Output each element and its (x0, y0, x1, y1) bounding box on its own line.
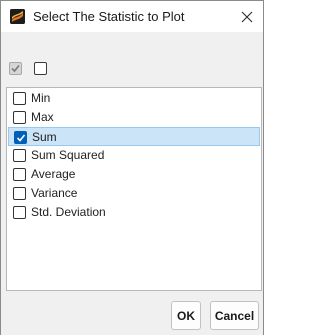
item-label: Sum Squared (31, 148, 105, 162)
ok-button[interactable]: OK (171, 301, 201, 330)
select-none-checkbox[interactable] (34, 62, 47, 75)
list-item-max[interactable]: Max (8, 108, 260, 127)
checkbox[interactable] (13, 187, 26, 200)
item-label: Std. Deviation (31, 205, 106, 219)
checkbox[interactable] (13, 206, 26, 219)
item-label: Variance (31, 186, 78, 200)
flame-logo-icon (10, 9, 25, 24)
item-label: Average (31, 167, 76, 181)
list-item-average[interactable]: Average (8, 165, 260, 184)
cancel-button[interactable]: Cancel (210, 301, 259, 330)
list-item-min[interactable]: Min (8, 89, 260, 108)
window-title: Select The Statistic to Plot (33, 9, 185, 24)
checkmark-icon (11, 64, 20, 73)
close-icon (241, 11, 253, 22)
checkbox[interactable] (13, 92, 26, 105)
dialog-footer: OK Cancel (1, 292, 263, 335)
list-item-sum[interactable]: Sum (8, 127, 260, 146)
dialog-window: Select The Statistic to Plot Min Max Sum… (0, 0, 264, 335)
item-label: Min (31, 91, 51, 105)
checkmark-icon (16, 134, 26, 142)
statistics-list: Min Max Sum Sum Squared Average Variance (6, 87, 262, 291)
list-item-sum-squared[interactable]: Sum Squared (8, 146, 260, 165)
checkbox[interactable] (14, 131, 27, 144)
item-label: Max (31, 110, 54, 124)
list-item-variance[interactable]: Variance (8, 184, 260, 203)
checkbox[interactable] (13, 111, 26, 124)
title-bar[interactable]: Select The Statistic to Plot (1, 1, 263, 32)
checkbox[interactable] (13, 168, 26, 181)
select-all-checkbox[interactable] (9, 62, 22, 75)
item-label: Sum (32, 130, 57, 144)
list-item-std-deviation[interactable]: Std. Deviation (8, 203, 260, 222)
checkbox[interactable] (13, 149, 26, 162)
close-button[interactable] (231, 1, 263, 32)
